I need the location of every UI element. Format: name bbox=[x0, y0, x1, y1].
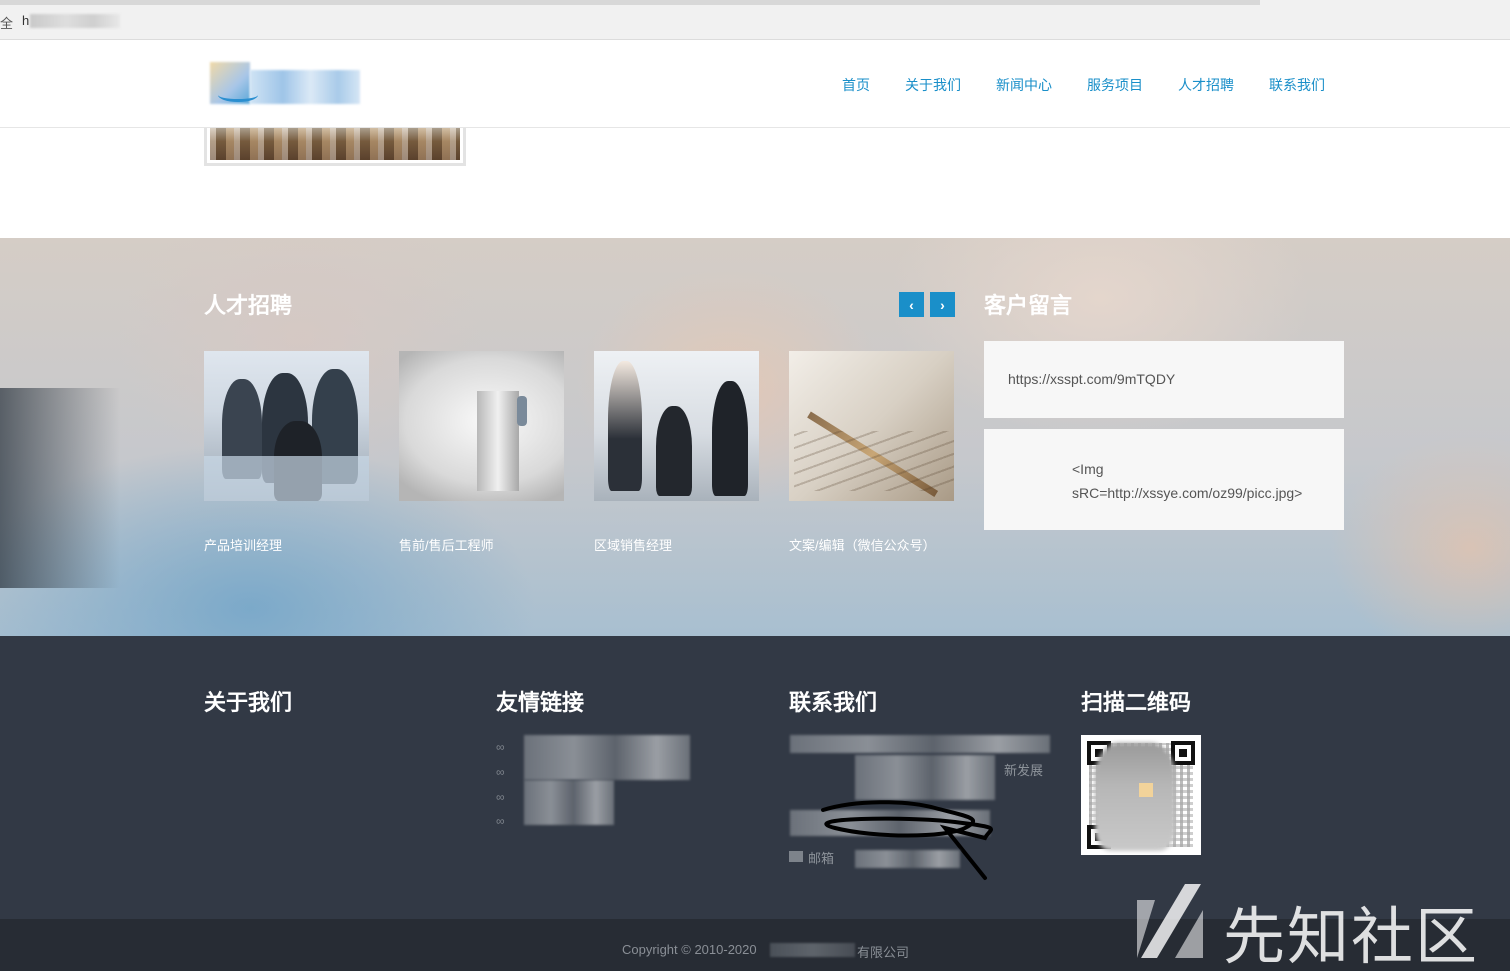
job-card[interactable]: 文案/编辑（微信公众号） bbox=[789, 351, 954, 554]
browser-address-bar: 全 h bbox=[0, 0, 1510, 40]
url-text[interactable]: h bbox=[22, 13, 29, 28]
contact-email-redacted bbox=[855, 850, 960, 868]
link-icon: ∞ bbox=[496, 740, 505, 754]
company-name-redacted bbox=[770, 943, 855, 957]
friend-links-redacted[interactable] bbox=[524, 735, 690, 780]
page-load-progress bbox=[0, 0, 1260, 5]
logo-text-redacted bbox=[250, 70, 360, 104]
link-icon: ∞ bbox=[496, 814, 505, 828]
main-nav: 首页 关于我们 新闻中心 服务项目 人才招聘 联系我们 bbox=[842, 75, 1325, 95]
logo-swoosh bbox=[218, 88, 258, 102]
contact-address-tail: 新发展 bbox=[1004, 763, 1044, 778]
background-shadow bbox=[0, 388, 120, 588]
news-thumbnail-image bbox=[210, 126, 460, 160]
job-card[interactable]: 售前/售后工程师 bbox=[399, 351, 564, 554]
footer-about-title: 关于我们 bbox=[204, 690, 293, 715]
watermark: 先知社区 bbox=[1135, 880, 1495, 973]
site-logo[interactable] bbox=[210, 62, 362, 106]
nav-careers[interactable]: 人才招聘 bbox=[1178, 75, 1234, 95]
contact-address-redacted bbox=[855, 755, 995, 800]
contact-email-label: 邮箱 bbox=[808, 851, 835, 866]
security-label: 全 bbox=[0, 16, 14, 31]
carousel-controls: ‹ › bbox=[899, 292, 955, 317]
site-footer: 关于我们 友情链接 联系我们 扫描二维码 bbox=[0, 636, 1510, 919]
chevron-left-icon[interactable]: ‹ bbox=[899, 292, 924, 317]
job-title: 文案/编辑（微信公众号） bbox=[789, 538, 936, 553]
recruit-section: 人才招聘 ‹ › 产品培训经理 售前/售后工程师 区域销售经理 文案/编辑（微信… bbox=[0, 238, 1510, 636]
nav-home[interactable]: 首页 bbox=[842, 75, 870, 95]
watermark-text: 先知社区 bbox=[1223, 900, 1480, 973]
chevron-right-icon[interactable]: › bbox=[930, 292, 955, 317]
recruit-title: 人才招聘 bbox=[204, 293, 293, 318]
watermark-logo-icon bbox=[1137, 884, 1203, 958]
nav-news[interactable]: 新闻中心 bbox=[996, 75, 1052, 95]
contact-address-redacted bbox=[790, 735, 1050, 753]
messages-title: 客户留言 bbox=[984, 293, 1073, 318]
nav-contact[interactable]: 联系我们 bbox=[1269, 75, 1325, 95]
job-image-lab bbox=[399, 351, 564, 501]
job-title: 售前/售后工程师 bbox=[399, 538, 494, 553]
message-item: https://xsspt.com/9mTQDY bbox=[984, 341, 1344, 418]
url-redacted bbox=[30, 14, 120, 28]
job-image-meeting bbox=[204, 351, 369, 501]
link-icon: ∞ bbox=[496, 765, 505, 779]
job-card[interactable]: 产品培训经理 bbox=[204, 351, 369, 554]
copyright-text: Copyright © 2010-2020 bbox=[622, 942, 757, 957]
link-icon: ∞ bbox=[496, 790, 505, 804]
friend-links-redacted[interactable] bbox=[524, 780, 614, 825]
footer-links-title: 友情链接 bbox=[496, 690, 585, 715]
footer-contact-title: 联系我们 bbox=[789, 690, 878, 715]
job-title: 产品培训经理 bbox=[204, 538, 283, 553]
mail-icon bbox=[789, 851, 803, 862]
copyright-company-suffix: 有限公司 bbox=[857, 945, 910, 960]
job-title: 区域销售经理 bbox=[594, 538, 673, 553]
nav-services[interactable]: 服务项目 bbox=[1087, 75, 1143, 95]
job-card[interactable]: 区域销售经理 bbox=[594, 351, 759, 554]
job-image-pen bbox=[789, 351, 954, 501]
scribble-redaction bbox=[821, 800, 994, 880]
nav-about[interactable]: 关于我们 bbox=[905, 75, 961, 95]
footer-qr-title: 扫描二维码 bbox=[1081, 690, 1192, 715]
message-item: <Img sRC=http://xssye.com/oz99/picc.jpg> bbox=[984, 429, 1344, 530]
qr-code bbox=[1081, 735, 1201, 855]
job-image-office bbox=[594, 351, 759, 501]
site-header: 首页 关于我们 新闻中心 服务项目 人才招聘 联系我们 bbox=[0, 40, 1510, 128]
